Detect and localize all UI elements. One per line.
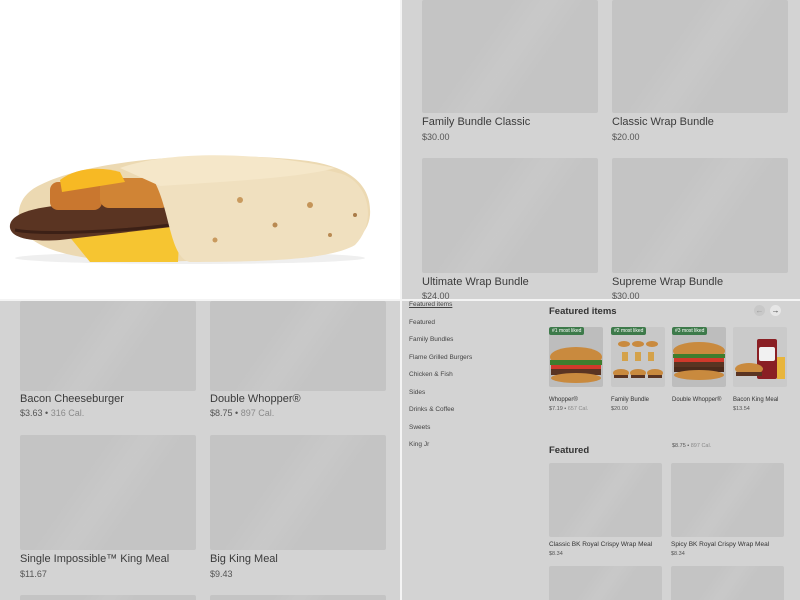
item-name: Whopper® bbox=[549, 397, 578, 403]
item-name: Bacon Cheeseburger bbox=[20, 393, 124, 405]
featured-items-heading: Featured items bbox=[549, 306, 617, 317]
product-image bbox=[549, 463, 662, 537]
sidebar-item-sweets[interactable]: Sweets bbox=[409, 424, 430, 431]
item-name: Spicy BK Royal Crispy Wrap Meal bbox=[671, 541, 770, 548]
item-name: Big King Meal bbox=[210, 553, 278, 565]
item-price: $13.54 bbox=[733, 406, 750, 412]
product-image bbox=[612, 0, 788, 113]
item-price: $3.63 • 316 Cal. bbox=[20, 408, 85, 418]
family-bundle-image: #2 most liked bbox=[611, 327, 665, 387]
product-hero-panel bbox=[0, 0, 400, 299]
product-image[interactable] bbox=[20, 595, 196, 600]
item-name: Classic BK Royal Crispy Wrap Meal bbox=[549, 541, 653, 548]
item-name: Single Impossible™ King Meal bbox=[20, 553, 170, 565]
product-image[interactable] bbox=[210, 595, 386, 600]
item-price: $7.19 • 657 Cal. bbox=[549, 406, 589, 412]
featured-heading: Featured bbox=[549, 445, 590, 456]
product-image bbox=[20, 435, 196, 550]
bundle-card[interactable]: Classic Wrap Bundle $20.00 bbox=[612, 0, 788, 145]
arrow-left-icon[interactable]: ← bbox=[754, 305, 765, 316]
featured-menu-card[interactable]: Spicy BK Royal Crispy Wrap Meal $8.34 bbox=[671, 463, 785, 558]
product-image bbox=[612, 158, 788, 273]
product-image bbox=[210, 301, 386, 391]
item-price: $8.34 bbox=[671, 551, 685, 557]
menu-item-card[interactable]: Single Impossible™ King Meal $11.67 bbox=[20, 435, 196, 579]
bundles-grid: Family Bundle Classic $30.00 Classic Wra… bbox=[402, 0, 800, 299]
store-menu-panel: Featured items Featured Family Bundles F… bbox=[402, 301, 800, 600]
sidebar-item-chicken-fish[interactable]: Chicken & Fish bbox=[409, 371, 453, 378]
menu-items-grid: Bacon Cheeseburger $3.63 • 316 Cal. Doub… bbox=[0, 301, 400, 600]
item-name: Double Whopper® bbox=[672, 397, 722, 403]
item-name: Classic Wrap Bundle bbox=[612, 116, 714, 128]
item-name: Family Bundle bbox=[611, 397, 650, 403]
item-price: $30.00 bbox=[422, 132, 450, 142]
menu-item-card[interactable]: Double Whopper® $8.75 • 897 Cal. bbox=[210, 301, 386, 421]
sidebar-item-flame-grilled-burgers[interactable]: Flame Grilled Burgers bbox=[409, 354, 472, 361]
whopper-image: #1 most liked bbox=[549, 327, 603, 387]
item-price: $20.00 bbox=[611, 406, 628, 412]
item-name: Double Whopper® bbox=[210, 393, 301, 405]
item-price: $8.75 • 897 Cal. bbox=[672, 443, 712, 449]
bundle-card[interactable]: Supreme Wrap Bundle $30.00 bbox=[612, 158, 788, 299]
most-liked-badge: #1 most liked bbox=[549, 327, 585, 335]
arrow-right-icon[interactable]: → bbox=[770, 305, 781, 316]
menu-item-card[interactable]: Bacon Cheeseburger $3.63 • 316 Cal. bbox=[20, 301, 196, 421]
item-price: $30.00 bbox=[612, 291, 640, 299]
sidebar-item-featured-items[interactable]: Featured items bbox=[409, 301, 452, 308]
item-price: $24.00 bbox=[422, 291, 450, 299]
bacon-king-meal-image bbox=[733, 327, 787, 387]
sidebar-item-sides[interactable]: Sides bbox=[409, 389, 425, 396]
item-name: Family Bundle Classic bbox=[422, 116, 531, 128]
sidebar-item-king-jr[interactable]: King Jr bbox=[409, 441, 429, 448]
item-price: $8.34 bbox=[549, 551, 563, 557]
breakfast-wrap-image bbox=[9, 155, 371, 264]
bundle-card[interactable]: Family Bundle Classic $30.00 bbox=[422, 0, 598, 145]
product-image bbox=[422, 0, 598, 113]
double-whopper-image: #3 most liked bbox=[672, 327, 726, 387]
item-name: Ultimate Wrap Bundle bbox=[422, 276, 529, 288]
most-liked-badge: #2 most liked bbox=[611, 327, 647, 335]
sidebar-item-drinks-coffee[interactable]: Drinks & Coffee bbox=[409, 406, 454, 413]
product-image bbox=[210, 435, 386, 550]
product-image bbox=[671, 463, 784, 537]
panel-divider bbox=[0, 299, 800, 301]
item-price: $20.00 bbox=[612, 132, 640, 142]
item-price: $11.67 bbox=[20, 569, 47, 579]
item-name: Supreme Wrap Bundle bbox=[612, 276, 724, 288]
product-image bbox=[422, 158, 598, 273]
menu-item-card[interactable]: Big King Meal $9.43 bbox=[210, 435, 386, 579]
featured-menu-card[interactable]: Classic BK Royal Crispy Wrap Meal $8.34 bbox=[549, 463, 663, 558]
bundle-card[interactable]: Ultimate Wrap Bundle $24.00 bbox=[422, 158, 598, 299]
product-image[interactable] bbox=[549, 566, 662, 600]
product-image[interactable] bbox=[671, 566, 784, 600]
product-image bbox=[20, 301, 196, 391]
sidebar-item-featured[interactable]: Featured bbox=[409, 319, 435, 326]
item-price: $8.75 • 897 Cal. bbox=[210, 408, 275, 418]
item-price: $9.43 bbox=[210, 569, 233, 579]
item-name: Bacon King Meal bbox=[733, 397, 779, 403]
most-liked-badge: #3 most liked bbox=[672, 327, 708, 335]
sidebar-item-family-bundles[interactable]: Family Bundles bbox=[409, 336, 453, 343]
